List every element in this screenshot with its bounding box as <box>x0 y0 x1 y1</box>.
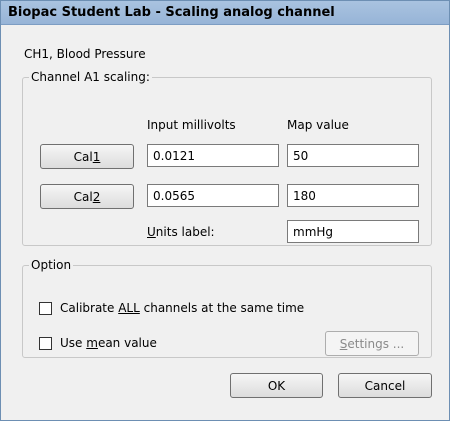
window-title: Biopac Student Lab - Scaling analog chan… <box>8 5 335 20</box>
settings-label: ettings ... <box>347 336 405 351</box>
ok-button[interactable]: OK <box>230 373 323 398</box>
option-group: Option Calibrate ALL channels at the sam… <box>22 258 432 358</box>
input-millivolts-header: Input millivolts <box>147 118 236 132</box>
cal-1-accel: 1 <box>92 149 101 164</box>
calibrate-all-checkbox-row[interactable]: Calibrate ALL channels at the same time <box>39 301 304 315</box>
settings-accel: S <box>339 336 348 351</box>
channel-scaling-legend: Channel A1 scaling: <box>31 70 150 84</box>
cal-2-map-value[interactable] <box>287 184 419 207</box>
cal-2-label: Cal <box>73 189 93 204</box>
units-label-text: nits label: <box>155 225 215 239</box>
cal-1-input-millivolts[interactable] <box>147 144 279 167</box>
cal-2-button[interactable]: Cal 2 <box>40 184 134 209</box>
use-mean-checkbox-row[interactable]: Use mean value <box>39 336 157 350</box>
settings-button[interactable]: Settings ... <box>325 331 419 356</box>
title-bar[interactable]: Biopac Student Lab - Scaling analog chan… <box>1 1 449 25</box>
map-value-header: Map value <box>287 118 349 132</box>
use-mean-accel: m <box>86 336 98 350</box>
calibrate-all-checkbox[interactable] <box>39 301 52 315</box>
cancel-button[interactable]: Cancel <box>338 373 432 398</box>
use-mean-post: ean value <box>97 336 157 350</box>
units-label-accel: U <box>147 225 156 239</box>
cal-2-input-millivolts[interactable] <box>147 184 279 207</box>
calibrate-all-post: channels at the same time <box>139 301 305 315</box>
channel-name: CH1, Blood Pressure <box>24 47 146 61</box>
channel-scaling-group: Channel A1 scaling: Input millivolts Map… <box>22 70 432 246</box>
calibrate-all-label: Calibrate ALL channels at the same time <box>60 301 304 315</box>
cal-2-accel: 2 <box>92 189 101 204</box>
cal-1-map-value[interactable] <box>287 144 419 167</box>
cal-1-label: Cal <box>73 149 93 164</box>
dialog-window: Biopac Student Lab - Scaling analog chan… <box>0 0 450 421</box>
cal-1-button[interactable]: Cal 1 <box>40 144 134 169</box>
calibrate-all-pre: Calibrate <box>60 301 119 315</box>
option-legend: Option <box>31 258 72 272</box>
units-label-caption: Units label: <box>147 225 215 239</box>
units-label-input[interactable] <box>287 220 419 243</box>
use-mean-pre: Use <box>60 336 87 350</box>
use-mean-checkbox[interactable] <box>39 336 52 350</box>
calibrate-all-accel: ALL <box>118 301 140 315</box>
use-mean-label: Use mean value <box>60 336 157 350</box>
